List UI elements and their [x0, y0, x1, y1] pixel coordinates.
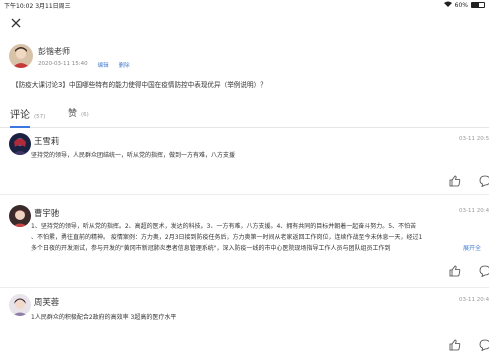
active-tab-indicator	[10, 126, 30, 128]
battery-icon	[471, 2, 485, 8]
commenter-name: 周芙蓉	[34, 297, 60, 307]
status-bar: 下午10:02 3月11日周三 60%	[0, 0, 489, 10]
thumbs-up-icon	[449, 265, 461, 277]
status-time: 下午10:02 3月11日周三	[4, 3, 71, 10]
status-indicators: 60%	[443, 1, 485, 9]
close-button[interactable]	[9, 16, 23, 30]
tab-comments-count: (57)	[34, 114, 46, 120]
reply-button[interactable]	[479, 175, 489, 187]
like-button[interactable]	[449, 339, 461, 351]
tab-comments-label: 评论	[10, 110, 30, 121]
tab-likes-label: 赞	[68, 109, 78, 119]
divider	[0, 194, 489, 195]
like-button[interactable]	[449, 265, 461, 277]
battery-percent: 60%	[454, 1, 468, 9]
like-button[interactable]	[449, 175, 461, 187]
comment-icon	[479, 265, 489, 277]
tab-comments[interactable]: 评论 (57)	[10, 106, 45, 121]
commenter-avatar[interactable]	[9, 205, 31, 227]
delete-link[interactable]: 删除	[119, 61, 130, 69]
divider	[0, 287, 489, 288]
comment-time: 03-11 20:4	[459, 297, 489, 303]
commenter-name: 王雪莉	[34, 136, 60, 146]
edit-link[interactable]: 编辑	[98, 61, 109, 69]
commenter-name: 曹宇驰	[34, 208, 60, 218]
comment-icon	[479, 175, 489, 187]
comment-text-line: 1、坚持党的领导，听从党的指挥。2、高超的医术，发达的科技。3、一方有难，八方支…	[31, 223, 417, 230]
expand-link[interactable]: 展开全	[463, 244, 481, 255]
post-datetime: 2020-03-11 15:40	[38, 61, 88, 67]
comment-text: 坚持党的领导，人民群众团结统一，听从党的指挥，做到一方有难，八方支援	[31, 152, 236, 159]
commenter-avatar[interactable]	[9, 133, 31, 155]
reply-button[interactable]	[479, 265, 489, 277]
tab-bar: 评论 (57) 赞 (6)	[0, 100, 489, 128]
tab-likes[interactable]: 赞 (6)	[68, 106, 89, 119]
comment-actions	[449, 339, 489, 351]
thumbs-up-icon	[449, 175, 461, 187]
comment-time: 03-11 20:4	[459, 208, 489, 214]
post-title: 【防疫大课讨论3】中国哪些特有的能力使得中国在疫情防控中表现优异（举例说明）？	[12, 81, 267, 89]
close-icon	[9, 16, 23, 30]
reply-button[interactable]	[479, 339, 489, 351]
post-meta: 2020-03-11 15:40 编辑 删除	[38, 61, 130, 69]
author-name: 彭锴老师	[38, 47, 70, 56]
comment-icon	[479, 339, 489, 351]
comment-text-line: 多个日夜的开发测试，参与开发的"黄冈市新冠肺炎患者信息管理系统"，深入防疫一线的…	[31, 245, 391, 252]
thumbs-up-icon	[449, 339, 461, 351]
comment-actions	[449, 265, 489, 277]
wifi-icon	[443, 1, 452, 9]
comment-time: 03-11 20:5	[459, 136, 489, 142]
comment-actions	[449, 175, 489, 187]
author-avatar[interactable]	[9, 44, 33, 68]
commenter-avatar[interactable]	[9, 294, 31, 316]
comment-text: 1人民群众的积极配合2政府的高效率 3超高的医疗水平	[31, 314, 177, 321]
tab-likes-count: (6)	[81, 112, 89, 118]
comment-text-line: 、不怕累，勇往直前的精神。 疫情案例：方力奥，2月3日接到防疫任务后，方力奥第一…	[31, 234, 423, 241]
